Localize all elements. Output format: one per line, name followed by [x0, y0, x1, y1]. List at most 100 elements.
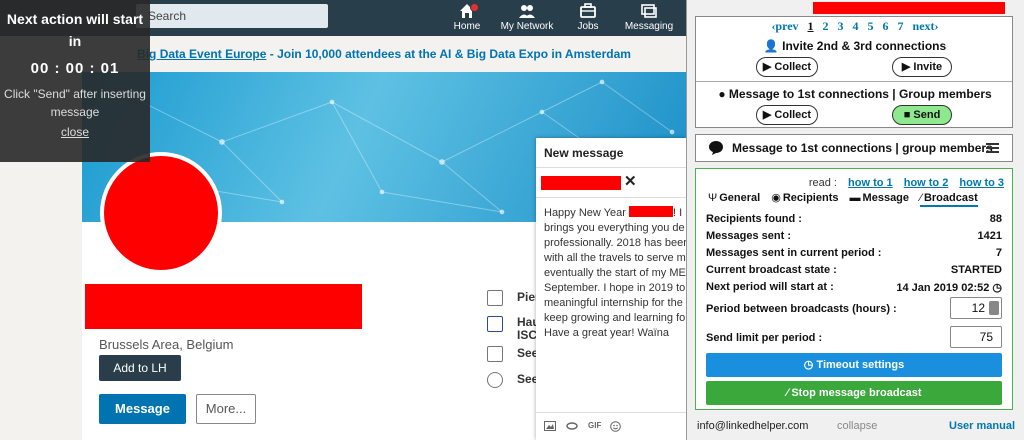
stat-messages-current-period: Messages sent in current period :7 — [706, 247, 1002, 259]
timer-countdown: 00 : 00 : 01 — [30, 60, 120, 77]
read-links: read : how to 1 how to 2 how to 3 — [696, 177, 1004, 189]
message-body[interactable]: Happy New Year ! I brings you everything… — [544, 206, 686, 341]
pager: ‹prev 1 2 3 4 5 6 7 next› — [696, 19, 1014, 34]
recipient-name-redacted — [541, 176, 621, 190]
emoji-icon[interactable] — [610, 421, 621, 434]
chat-bubble-icon: ● — [718, 87, 726, 101]
search-input[interactable]: Search — [136, 4, 328, 28]
pager-page[interactable]: 5 — [868, 19, 874, 33]
read-label: read : — [808, 177, 837, 189]
linked-helper-panel: ‹prev 1 2 3 4 5 6 7 next› 👤 Invite 2nd &… — [686, 0, 1024, 440]
ad-text: - Join 10,000 attendees at the AI & Big … — [266, 47, 631, 61]
attach-image-icon[interactable] — [544, 421, 556, 433]
more-button[interactable]: More... — [196, 394, 256, 424]
add-to-lh-button[interactable]: Add to LH — [99, 355, 181, 381]
timer-title: Next action will start in — [6, 11, 144, 49]
new-message-title: New message — [536, 138, 686, 168]
briefcase-icon — [553, 2, 623, 20]
invite-section-title: 👤 Invite 2nd & 3rd connections — [763, 39, 947, 53]
nav-messaging[interactable]: Messaging — [614, 2, 684, 32]
section-divider — [696, 81, 1012, 82]
send-button[interactable]: ■ Send — [892, 105, 952, 125]
pager-page-current[interactable]: 1 — [808, 19, 814, 33]
spinner-icon[interactable] — [989, 301, 999, 315]
message-line: September. I hope in 2019 to — [544, 282, 686, 294]
stat-messages-sent: Messages sent :1421 — [706, 230, 1002, 242]
menu-icon[interactable] — [986, 143, 999, 153]
actions-box: ‹prev 1 2 3 4 5 6 7 next› 👤 Invite 2nd &… — [695, 16, 1013, 128]
tab-broadcast[interactable]: ⁄ Broadcast — [920, 192, 978, 207]
general-icon: Ψ — [708, 192, 718, 204]
how-to-link[interactable]: how to 3 — [959, 177, 1004, 189]
profile-location: Brussels Area, Belgium — [99, 337, 234, 352]
nav-my-network-label: My Network — [500, 21, 554, 32]
pager-page[interactable]: 7 — [898, 19, 904, 33]
how-to-link[interactable]: how to 2 — [904, 177, 949, 189]
chat-bubble-icon — [708, 140, 724, 159]
message-button[interactable]: Message — [99, 394, 186, 424]
pager-page[interactable]: 4 — [853, 19, 859, 33]
broadcast-box: read : how to 1 how to 2 how to 3 Ψ Gener… — [695, 168, 1013, 410]
nav-home-label: Home — [453, 21, 481, 32]
panel-footer: info@linkedhelper.com collapse User manu… — [687, 414, 1024, 440]
network-icon — [492, 2, 562, 20]
pager-page[interactable]: 2 — [823, 19, 829, 33]
send-limit-input[interactable]: 75 — [950, 326, 1002, 348]
message-collect-button[interactable]: ▶ Collect — [756, 105, 818, 125]
new-message-window: New message ✕ Happy New Year ! I brings … — [536, 138, 686, 440]
people-icon — [487, 372, 503, 388]
timeout-settings-button[interactable]: ◷ Timeout settings — [706, 353, 1002, 377]
message-line: professionally. 2018 has beer — [544, 237, 686, 249]
recipient-field[interactable]: ✕ — [536, 168, 686, 198]
stat-next-period: Next period will start at :14 Jan 2019 0… — [706, 281, 1002, 294]
remove-recipient-icon[interactable]: ✕ — [624, 172, 637, 190]
add-person-icon: 👤 — [763, 39, 779, 53]
support-email[interactable]: info@linkedhelper.com — [697, 420, 808, 432]
tab-general[interactable]: Ψ General — [708, 192, 760, 204]
period-hours-input[interactable]: 12 — [950, 297, 1002, 319]
nav-my-network[interactable]: My Network — [492, 2, 562, 32]
stop-broadcast-button[interactable]: ⁄ Stop message broadcast — [706, 381, 1002, 405]
invite-collect-button[interactable]: ▶ Collect — [756, 57, 818, 77]
collapsed-section-header[interactable]: Message to 1st connections | group membe… — [695, 134, 1013, 162]
message-toolbar: GIF — [536, 412, 686, 440]
message-line: Happy New Year ! I — [544, 206, 683, 219]
broadcast-tabs: Ψ General ◉ Recipients ▬ Message ⁄ Broadcast — [708, 191, 986, 207]
tab-recipients[interactable]: ◉ Recipients — [771, 192, 838, 204]
tab-message[interactable]: ▬ Message — [850, 192, 909, 204]
invite-button[interactable]: ▶ Invite — [892, 57, 952, 77]
collapse-link[interactable]: collapse — [837, 420, 877, 432]
profile-photo-redacted — [100, 152, 222, 274]
notification-badge — [470, 3, 479, 12]
side-info-school-text: Hau ISC — [517, 316, 540, 342]
pager-page[interactable]: 6 — [883, 19, 889, 33]
nav-jobs-label: Jobs — [577, 21, 599, 32]
message-line: keep growing and learning fo — [544, 312, 686, 324]
message-line: Have a great year! Waïna — [544, 327, 669, 339]
timer-close-link[interactable]: close — [0, 125, 150, 139]
school-logo-icon — [487, 316, 503, 332]
messaging-icon — [614, 2, 684, 20]
panel-header-redacted — [813, 2, 1005, 14]
message-icon: ▬ — [849, 192, 861, 204]
profile-name-redacted — [85, 284, 362, 329]
message-section-title: ● Message to 1st connections | Group mem… — [718, 87, 992, 101]
how-to-link[interactable]: how to 1 — [848, 177, 893, 189]
message-line: eventually the start of my ME — [544, 267, 686, 279]
nav-jobs[interactable]: Jobs — [553, 2, 623, 32]
attach-file-icon[interactable] — [566, 421, 578, 433]
pager-prev[interactable]: ‹prev — [771, 19, 798, 33]
next-action-timer: Next action will start in 00 : 00 : 01 C… — [0, 0, 150, 162]
message-line: brings you everything you de — [544, 222, 685, 234]
ad-link[interactable]: Big Data Event Europe — [137, 47, 266, 61]
pager-page[interactable]: 3 — [838, 19, 844, 33]
pager-next[interactable]: next› — [913, 19, 939, 33]
stat-broadcast-state: Current broadcast state : STARTED — [706, 264, 1002, 276]
timer-note: Click "Send" after inserting message — [4, 87, 146, 119]
message-line: with all the travels to serve m — [544, 252, 686, 264]
gif-icon[interactable]: GIF — [588, 421, 601, 430]
contact-card-icon — [487, 346, 503, 362]
recipients-icon: ◉ — [771, 192, 781, 204]
name-redacted — [629, 206, 673, 217]
user-manual-link[interactable]: User manual — [949, 420, 1015, 432]
